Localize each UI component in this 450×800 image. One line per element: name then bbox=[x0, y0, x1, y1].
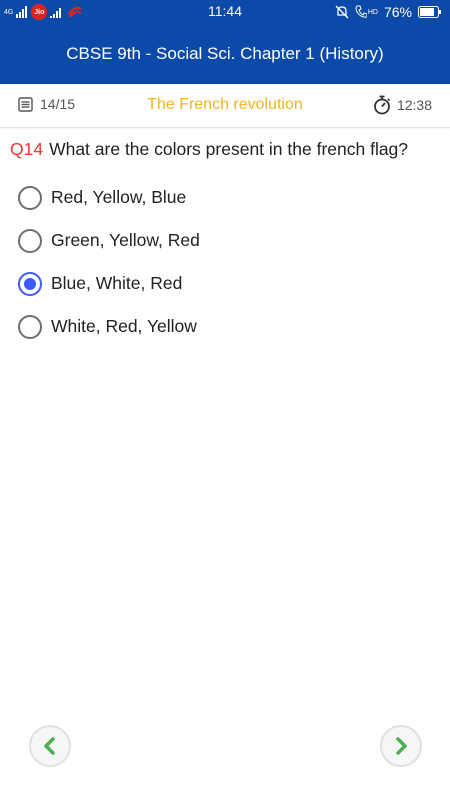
option-label: Red, Yellow, Blue bbox=[51, 187, 187, 207]
silent-bell-icon bbox=[335, 5, 349, 19]
radio-button[interactable] bbox=[18, 314, 42, 339]
option-3[interactable]: Blue, White, Red bbox=[18, 262, 200, 305]
quiz-info-bar: 14/15 The French revolution 12:38 bbox=[0, 84, 450, 128]
hd-label: HD bbox=[367, 8, 378, 16]
battery-icon bbox=[418, 6, 441, 18]
chevron-left-icon bbox=[44, 737, 55, 755]
chevron-right-icon bbox=[396, 737, 407, 755]
radio-button-selected[interactable] bbox=[18, 271, 42, 296]
phone-icon bbox=[355, 5, 367, 18]
option-4[interactable]: White, Red, Yellow bbox=[18, 305, 200, 348]
timer-text: 12:38 bbox=[396, 97, 432, 113]
radio-button[interactable] bbox=[18, 185, 42, 210]
option-label: White, Red, Yellow bbox=[51, 316, 197, 336]
option-2[interactable]: Green, Yellow, Red bbox=[18, 219, 200, 262]
option-label: Blue, White, Red bbox=[51, 273, 183, 293]
option-1[interactable]: Red, Yellow, Blue bbox=[18, 176, 200, 219]
call-hd-icon: HD bbox=[355, 5, 378, 19]
app-bar: CBSE 9th - Social Sci. Chapter 1 (Histor… bbox=[0, 24, 450, 84]
question-number: Q14 bbox=[10, 139, 44, 159]
radio-button[interactable] bbox=[18, 228, 42, 253]
stopwatch-icon bbox=[374, 95, 391, 115]
question: Q14 What are the colors present in the fr… bbox=[10, 139, 446, 160]
battery-percent: 76% bbox=[383, 4, 412, 20]
answer-options: Red, Yellow, Blue Green, Yellow, Red Blu… bbox=[18, 176, 200, 348]
app-title: CBSE 9th - Social Sci. Chapter 1 (Histor… bbox=[66, 44, 384, 63]
status-bar: 4G Jio 11:44 HD 76% bbox=[0, 0, 450, 24]
option-label: Green, Yellow, Red bbox=[51, 230, 200, 250]
status-right-icons: HD 76% bbox=[335, 3, 442, 21]
question-text: What are the colors present in the frenc… bbox=[49, 139, 409, 159]
next-question-button[interactable] bbox=[380, 725, 422, 767]
quiz-timer: 12:38 bbox=[373, 95, 432, 115]
previous-question-button[interactable] bbox=[29, 725, 71, 767]
